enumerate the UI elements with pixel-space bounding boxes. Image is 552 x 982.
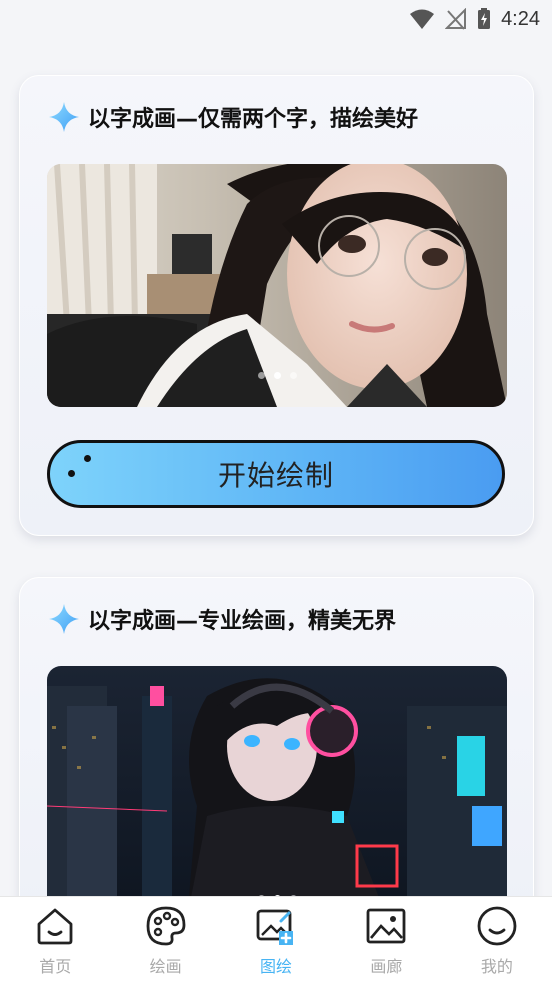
no-signal-icon (445, 8, 467, 30)
nav-label-profile: 我的 (480, 957, 513, 976)
nav-item-paint[interactable]: 绘画 (110, 897, 220, 982)
nav-label-home: 首页 (39, 957, 72, 976)
button-decoration-dot (68, 470, 75, 477)
sparkle-icon (49, 604, 79, 634)
card-title-text: 以字成画—仅需两个字，描绘美好 (88, 107, 419, 132)
bottom-nav: 首页 绘画 图绘 画廊 我的 (0, 896, 552, 982)
nav-label-paint: 绘画 (149, 957, 182, 976)
carousel-dots (47, 372, 507, 379)
carousel-dot-active[interactable] (273, 372, 281, 379)
home-icon (37, 908, 73, 945)
carousel-image-portrait[interactable] (47, 164, 507, 407)
profile-icon (477, 906, 517, 946)
nav-item-profile[interactable]: 我的 (442, 897, 552, 982)
wifi-icon (410, 9, 435, 29)
status-bar: 4:24 (0, 0, 552, 38)
start-drawing-label: 开始绘制 (217, 459, 334, 492)
carousel-dot[interactable] (257, 372, 265, 379)
card-title-text: 以字成画—专业绘画，精美无界 (88, 609, 397, 634)
nav-item-image-draw[interactable]: 图绘 (221, 897, 331, 982)
anime-girl-headphones-city-image (47, 666, 507, 918)
carousel-image-anime[interactable] (47, 666, 507, 918)
portrait-girl-glasses-image (47, 164, 507, 407)
battery-charging-icon (478, 8, 491, 29)
sparkle-icon (49, 102, 79, 132)
nav-label-gallery: 画廊 (370, 957, 403, 976)
feature-card-pro: 以字成画—专业绘画，精美无界 (19, 577, 534, 919)
palette-icon (146, 906, 186, 946)
feature-card-simple: 以字成画—仅需两个字，描绘美好 开始绘制 (19, 75, 534, 536)
nav-item-home[interactable]: 首页 (0, 897, 110, 982)
image-add-icon (256, 909, 294, 945)
nav-label-image-draw: 图绘 (260, 957, 293, 976)
gallery-icon (367, 908, 406, 944)
status-time: 4:24 (501, 7, 540, 30)
start-drawing-button[interactable]: 开始绘制 (47, 440, 505, 508)
nav-item-gallery[interactable]: 画廊 (331, 897, 441, 982)
card-title: 以字成画—仅需两个字，描绘美好 (48, 100, 418, 134)
card-title: 以字成画—专业绘画，精美无界 (48, 602, 396, 636)
button-decoration-dot (84, 455, 91, 462)
carousel-dot[interactable] (289, 372, 297, 379)
